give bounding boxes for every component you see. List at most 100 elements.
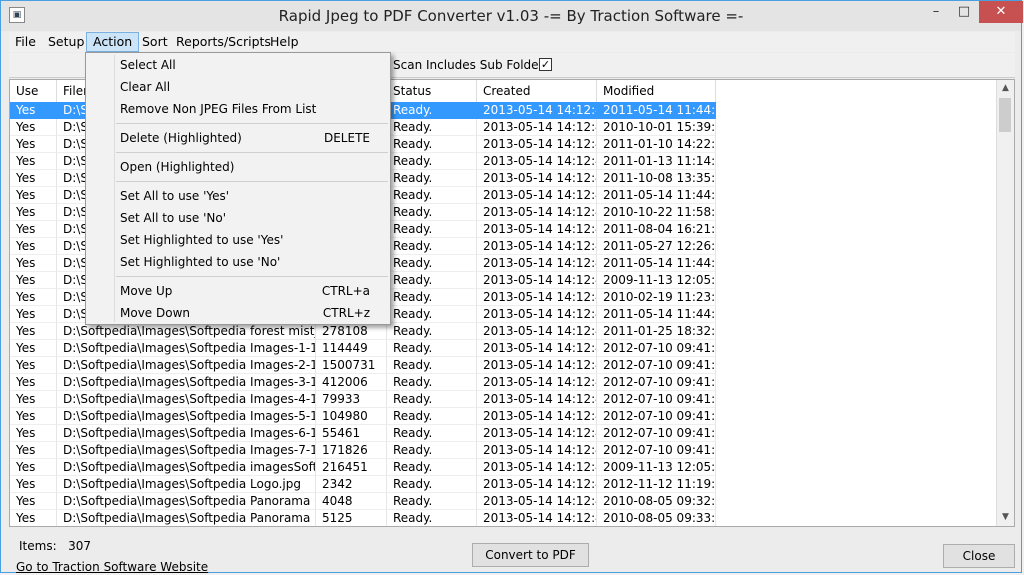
cell-use: Yes — [10, 391, 57, 408]
scan-subfolders-checkbox[interactable]: ✓ — [539, 58, 552, 71]
cell-status: Ready. — [387, 357, 477, 374]
table-row[interactable]: Yes D:\Softpedia\Images\Softpedia Images-… — [10, 391, 716, 408]
cell-filename: D:\Softpedia\Images\Softpedia imagesSoft… — [57, 459, 316, 476]
cell-status: Ready. — [387, 102, 477, 119]
table-row[interactable]: Yes D:\Softpedia\Images\Softpedia Images-… — [10, 374, 716, 391]
table-row[interactable]: Yes D:\Softpedia\Images\Softpedia Images-… — [10, 340, 716, 357]
cell-status: Ready. — [387, 136, 477, 153]
action-menu-item-label: Move Up — [120, 284, 173, 298]
action-menu-item[interactable]: Open (Highlighted) — [120, 156, 380, 178]
table-row[interactable]: Yes D:\Softpedia\Images\Softpedia forest … — [10, 323, 716, 340]
cell-modified: 2010-08-05 09:33:12 — [597, 510, 716, 526]
action-menu-item[interactable]: Move Up CTRL+a — [120, 280, 380, 302]
cell-status: Ready. — [387, 187, 477, 204]
action-menu-item[interactable]: Set Highlighted to use 'Yes' — [120, 229, 380, 251]
action-menu-item[interactable]: Remove Non JPEG Files From List — [120, 98, 380, 120]
cell-created: 2013-05-14 14:12:49 — [477, 136, 597, 153]
cell-status: Ready. — [387, 510, 477, 526]
action-menu-item-label: Remove Non JPEG Files From List — [120, 102, 317, 116]
menu-reports-scripts[interactable]: Reports/Scripts — [170, 32, 277, 52]
cell-created: 2013-05-14 14:12:49 — [477, 476, 597, 493]
close-window-button[interactable]: ✕ — [979, 1, 1023, 23]
column-header-use[interactable]: Use — [10, 80, 57, 102]
table-row[interactable]: Yes D:\Softpedia\Images\Softpedia Images-… — [10, 357, 716, 374]
cell-use: Yes — [10, 306, 57, 323]
action-menu-item-label: Set All to use 'Yes' — [120, 189, 230, 203]
table-row[interactable]: Yes D:\Softpedia\Images\Softpedia Logo.jp… — [10, 476, 716, 493]
action-menu-item[interactable]: Move Down CTRL+z — [120, 302, 380, 324]
column-header-created[interactable]: Created — [477, 80, 597, 102]
menu-sort[interactable]: Sort — [136, 32, 174, 52]
action-menu-item[interactable]: Delete (Highlighted) DELETE — [120, 127, 380, 149]
action-menu-item-label: Clear All — [120, 80, 171, 94]
scan-subfolders-label: Scan Includes Sub Folders — [393, 58, 550, 72]
scroll-up-arrow-icon[interactable]: ▲ — [997, 80, 1014, 97]
table-row[interactable]: Yes D:\Softpedia\Images\Softpedia Images-… — [10, 442, 716, 459]
table-row[interactable]: Yes D:\Softpedia\Images\Softpedia imagesS… — [10, 459, 716, 476]
menu-setup[interactable]: Setup — [42, 32, 90, 52]
items-count-label: Items: 307 — [19, 539, 91, 553]
cell-use: Yes — [10, 408, 57, 425]
maximize-button[interactable]: □ — [951, 1, 977, 23]
cell-filename: D:\Softpedia\Images\Softpedia Images-4-1… — [57, 391, 316, 408]
scroll-down-arrow-icon[interactable]: ▼ — [997, 509, 1014, 526]
cell-filename: D:\Softpedia\Images\Softpedia Images-2-1… — [57, 357, 316, 374]
cell-created: 2013-05-14 14:12:49 — [477, 374, 597, 391]
footer: Items: 307 Go to Traction Software Websi… — [9, 529, 1015, 574]
cell-modified: 2011-01-13 11:14:42 — [597, 153, 716, 170]
cell-use: Yes — [10, 255, 57, 272]
title-bar[interactable]: ▣ Rapid Jpeg to PDF Converter v1.03 -= B… — [1, 1, 1023, 31]
column-header-status[interactable]: Status — [387, 80, 477, 102]
action-menu-item[interactable]: Set All to use 'Yes' — [120, 185, 380, 207]
cell-created: 2013-05-14 14:12:49 — [477, 187, 597, 204]
cell-created: 2013-05-14 14:12:49 — [477, 391, 597, 408]
menu-separator — [116, 276, 388, 277]
action-menu-item-label: Set All to use 'No' — [120, 211, 227, 225]
cell-status: Ready. — [387, 340, 477, 357]
close-button[interactable]: Close — [943, 544, 1015, 568]
cell-use: Yes — [10, 153, 57, 170]
cell-use: Yes — [10, 102, 57, 119]
action-menu-shortcut: DELETE — [323, 131, 370, 145]
table-row[interactable]: Yes D:\Softpedia\Images\Softpedia Panoram… — [10, 510, 716, 526]
table-row[interactable]: Yes D:\Softpedia\Images\Softpedia Panoram… — [10, 493, 716, 510]
cell-status: Ready. — [387, 238, 477, 255]
menu-help[interactable]: Help — [264, 32, 305, 52]
cell-modified: 2010-02-19 11:23:47 — [597, 289, 716, 306]
cell-created: 2013-05-14 14:12:49 — [477, 272, 597, 289]
cell-modified: 2010-10-01 15:39:30 — [597, 119, 716, 136]
cell-status: Ready. — [387, 493, 477, 510]
minimize-button[interactable]: – — [923, 1, 949, 23]
action-menu-item[interactable]: Set Highlighted to use 'No' — [120, 251, 380, 273]
cell-created: 2013-05-14 14:12:49 — [477, 493, 597, 510]
scroll-thumb[interactable] — [999, 98, 1011, 132]
cell-filename: D:\Softpedia\Images\Softpedia Panorama 0… — [57, 510, 316, 526]
action-menu-item[interactable]: Select All — [120, 54, 380, 76]
cell-created: 2013-05-14 14:12:49 — [477, 170, 597, 187]
cell-created: 2013-05-14 14:12:49 — [477, 255, 597, 272]
cell-created: 2013-05-14 14:12:49 — [477, 153, 597, 170]
column-header-modified[interactable]: Modified — [597, 80, 716, 102]
cell-use: Yes — [10, 119, 57, 136]
cell-size: 104980 — [316, 408, 387, 425]
cell-modified: 2012-07-10 09:41:03 — [597, 340, 716, 357]
cell-size: 171826 — [316, 442, 387, 459]
cell-created: 2013-05-14 14:12:49 — [477, 119, 597, 136]
action-menu-item[interactable]: Clear All — [120, 76, 380, 98]
convert-to-pdf-button[interactable]: Convert to PDF — [472, 543, 589, 567]
cell-size: 5125 — [316, 510, 387, 526]
cell-size: 114449 — [316, 340, 387, 357]
cell-created: 2013-05-14 14:12:49 — [477, 323, 597, 340]
table-row[interactable]: Yes D:\Softpedia\Images\Softpedia Images-… — [10, 408, 716, 425]
vertical-scrollbar[interactable]: ▲ ▼ — [996, 80, 1014, 526]
cell-use: Yes — [10, 204, 57, 221]
cell-created: 2013-05-14 14:12:49 — [477, 425, 597, 442]
website-link[interactable]: Go to Traction Software Website — [16, 560, 208, 574]
action-menu-item[interactable]: Set All to use 'No' — [120, 207, 380, 229]
table-row[interactable]: Yes D:\Softpedia\Images\Softpedia Images-… — [10, 425, 716, 442]
cell-created: 2013-05-14 14:12:49 — [477, 442, 597, 459]
menu-file[interactable]: File — [9, 32, 42, 52]
cell-status: Ready. — [387, 204, 477, 221]
cell-filename: D:\Softpedia\Images\Softpedia Images-7-1… — [57, 442, 316, 459]
menu-action[interactable]: Action — [86, 32, 140, 52]
